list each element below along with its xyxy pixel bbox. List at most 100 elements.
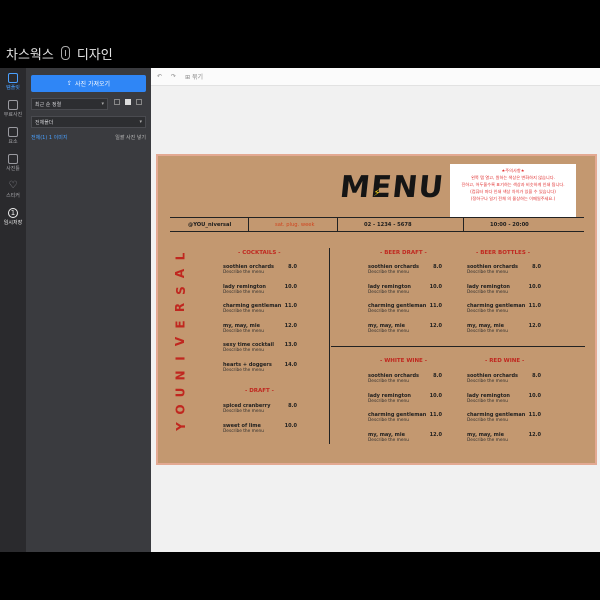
sort-select-value: 최근 순 정렬 (35, 101, 62, 108)
menu-item-desc: Describe the menu (368, 398, 409, 404)
menu-item-desc: Describe the menu (467, 309, 508, 314)
undo-icon[interactable]: ↶ (157, 73, 162, 80)
menu-item[interactable]: charming gentleman 11.0 Describe the menu (368, 303, 442, 314)
menu-item[interactable]: sweet of lime 10.0 Describe the menu (223, 423, 297, 434)
sort-select[interactable]: 최근 순 정렬 (31, 98, 108, 110)
menu-item-desc: Describe the menu (467, 289, 508, 295)
menu-item[interactable]: soothien orchards 8.0 Describe the menu (467, 264, 541, 275)
group-button[interactable]: ⊞ 묶기 (185, 72, 203, 81)
menu-item[interactable]: soothien orchards 8.0 Describe the menu (368, 373, 442, 384)
logo-icon (60, 46, 70, 60)
menu-item[interactable]: my, may, mie 12.0 Describe the menu (368, 323, 442, 334)
notice-line: ★주의사항★ (501, 168, 525, 173)
rail-label: 임시저장 (3, 219, 23, 226)
brand-letter: O (173, 404, 188, 415)
elements-icon (8, 126, 18, 137)
redo-icon[interactable]: ↷ (171, 73, 176, 80)
menu-item[interactable]: lady remington 10.0 Describe the menu (368, 393, 442, 404)
brand-letter: L (173, 252, 188, 261)
app-titlebar: 차스웍스 디자인 (0, 38, 600, 68)
rail-photo[interactable]: 무료사진 (0, 95, 26, 122)
menu-item[interactable]: lady remington 10.0 Describe the menu (223, 284, 297, 295)
lightning-icon: ⚡ (372, 188, 382, 199)
upload-icon: ⇪ (66, 80, 72, 87)
menu-item[interactable]: lady remington 10.0 Describe the menu (467, 393, 541, 404)
rail-label: 템플릿 (6, 84, 20, 91)
info-bar[interactable]: @YOU_niversal sat. plug. week 02 - 1234 … (170, 217, 584, 232)
rail-elements[interactable]: 요소 (0, 122, 26, 149)
menu-item[interactable]: charming gentleman 11.0 Describe the menu (467, 412, 541, 423)
hours-cell: 10:00 - 20:00 (463, 217, 584, 232)
menu-item[interactable]: soothien orchards 8.0 Describe the menu (368, 264, 442, 275)
section-title-white-wine[interactable]: - WHITE WINE - (380, 358, 427, 364)
app-name-right: 디자인 (76, 47, 113, 63)
menu-title[interactable]: MENU ⚡ (338, 170, 446, 205)
view-toggle[interactable] (114, 99, 142, 105)
menu-item-desc: Describe the menu (368, 379, 409, 384)
brand-letter: I (173, 356, 188, 361)
menu-item[interactable]: hearts + doggers 14.0 Describe the menu (223, 362, 297, 373)
rail-temp-save[interactable]: 1 임시저장 (0, 203, 26, 230)
menu-item-price: 10.0 (528, 392, 541, 399)
section-title-beer-bottles[interactable]: - BEER BOTTLES - (476, 250, 530, 256)
hours-note-cell: sat. plug. week (248, 217, 337, 232)
menu-item-desc: Describe the menu (368, 270, 409, 275)
rail-template[interactable]: 템플릿 (0, 68, 26, 95)
side-panel: ⇪ 사진 가져오기 최근 순 정렬 전체폴더 전체(1) 1 이미지 일괄 사진… (26, 68, 151, 552)
section-title-red-wine[interactable]: - RED WINE - (485, 358, 524, 364)
menu-design[interactable]: MENU ⚡ ★주의사항★ 왼쪽 탭 열고, 원하는 색상은 변화하지 않습니다… (156, 154, 597, 465)
multi-insert-link[interactable]: 일괄 사진 넣기 (115, 134, 146, 141)
hours-note-text: sat. plug. week (275, 221, 315, 228)
menu-item-price: 8.0 (532, 373, 541, 379)
menu-item[interactable]: my, may, mie 12.0 Describe the menu (467, 323, 541, 334)
menu-item-price: 12.0 (528, 431, 541, 438)
section-title-beer-draft[interactable]: - BEER DRAFT - (380, 250, 427, 256)
menu-item[interactable]: charming gentleman 11.0 Describe the menu (223, 303, 297, 314)
menu-item[interactable]: lady remington 10.0 Describe the menu (368, 284, 442, 295)
menu-item[interactable]: sexy time cocktail 13.0 Describe the menu (223, 342, 297, 353)
menu-item[interactable]: soothien orchards 8.0 Describe the menu (467, 373, 541, 384)
brand-letter: A (173, 268, 188, 279)
grid-view-icon[interactable] (125, 99, 131, 105)
hours-text: 10:00 - 20:00 (490, 221, 529, 228)
menu-item-price: 11.0 (429, 412, 442, 418)
menu-item[interactable]: lady remington 10.0 Describe the menu (467, 284, 541, 295)
notice-box[interactable]: ★주의사항★ 왼쪽 탭 열고, 원하는 색상은 변화하지 않습니다. 진하고, … (450, 164, 576, 217)
menu-item-desc: Describe the menu (223, 309, 264, 314)
brand-letter: S (173, 286, 188, 295)
left-rail: 템플릿 무료사진 요소 사진틀 ♡ 스티커 1 임시저장 (0, 68, 26, 552)
menu-item[interactable]: charming gentleman 11.0 Describe the menu (467, 303, 541, 314)
rail-frame[interactable]: 사진틀 (0, 149, 26, 176)
menu-item-desc: Describe the menu (368, 328, 409, 334)
menu-item[interactable]: my, may, mie 12.0 Describe the menu (467, 432, 541, 443)
template-icon (8, 72, 18, 83)
phone-text: 02 - 1234 - 5678 (364, 221, 412, 228)
menu-item-desc: Describe the menu (368, 437, 409, 443)
image-count: 전체(1) 1 이미지 (31, 135, 68, 141)
upload-label: 사진 가져오기 (75, 81, 111, 88)
rail-label: 스티커 (6, 192, 20, 199)
section-title-draft[interactable]: - DRAFT - (245, 388, 274, 394)
editor-toolbar: ↶ ↷ ⊞ 묶기 (151, 68, 600, 86)
menu-item-desc: Describe the menu (467, 379, 508, 384)
menu-item[interactable]: soothien orchards 8.0 Describe the menu (223, 264, 297, 275)
menu-item[interactable]: charming gentleman 11.0 Describe the menu (368, 412, 442, 423)
brand-vertical[interactable]: LASREV I NUOY (173, 248, 188, 435)
upload-photo-button[interactable]: ⇪ 사진 가져오기 (31, 75, 146, 92)
large-view-icon[interactable] (136, 99, 142, 105)
frame-icon (8, 153, 18, 164)
rail-sticker[interactable]: ♡ 스티커 (0, 176, 26, 203)
menu-item-price: 11.0 (528, 303, 541, 309)
section-title-cocktails[interactable]: - COCKTAILS - (238, 250, 281, 256)
group-label: 묶기 (192, 74, 204, 81)
brand-letter: U (173, 387, 188, 398)
menu-item[interactable]: my, may, mie 12.0 Describe the menu (368, 432, 442, 443)
menu-item-price: 10.0 (284, 283, 297, 290)
menu-item[interactable]: my, may, mie 12.0 Describe the menu (223, 323, 297, 334)
heart-icon: ♡ (8, 179, 18, 191)
folder-select[interactable]: 전체폴더 (31, 116, 146, 128)
app-name-left: 차스웍스 (6, 47, 54, 63)
notice-line: (컴퓨터 마다 인쇄 색상 차이가 있을 수 있습니다) (470, 189, 556, 194)
menu-item[interactable]: spiced cranberry 8.0 Describe the menu (223, 403, 297, 414)
list-view-icon[interactable] (114, 99, 120, 105)
